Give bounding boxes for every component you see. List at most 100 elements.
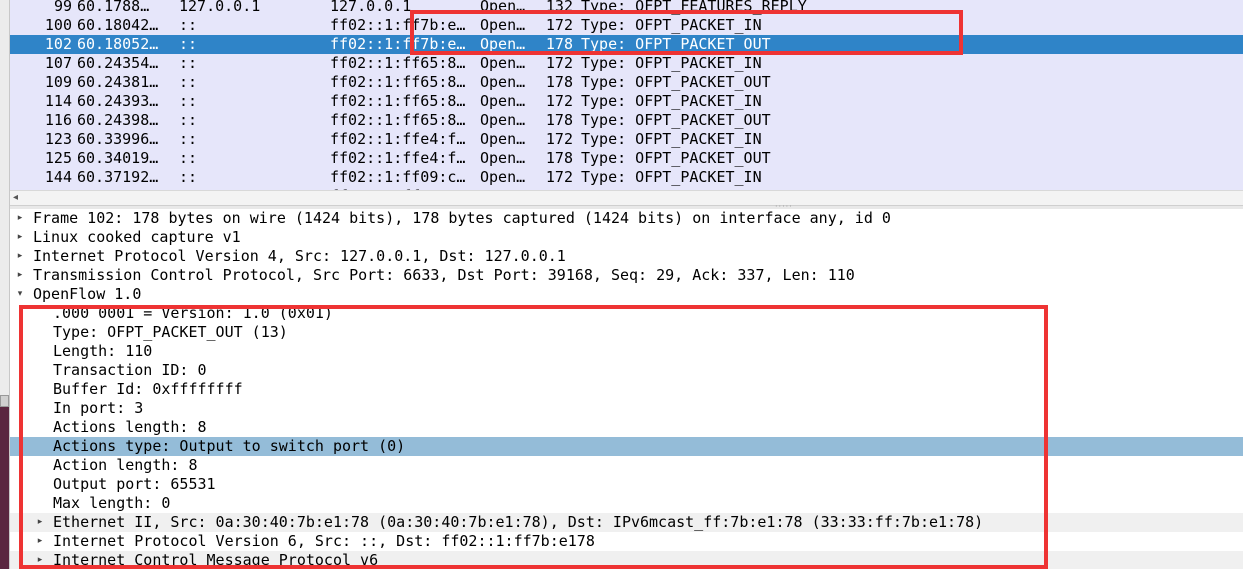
packet-protocol: Open…	[480, 149, 526, 167]
packet-length: 178	[545, 111, 573, 129]
packet-protocol: Open…	[480, 16, 526, 34]
packet-protocol: Open…	[480, 111, 526, 129]
detail-tree-item[interactable]: Action length: 8	[10, 456, 1243, 475]
detail-tree-label: .000 0001 = Version: 1.0 (0x01)	[53, 304, 333, 322]
packet-row-selected[interactable]: 102 60.18052…:: ff02::1:ff7b:e… Open… 178 Typ…	[10, 35, 1243, 54]
detail-tree-item[interactable]: ▸ Linux cooked capture v1	[10, 228, 1243, 247]
detail-tree-item[interactable]: Output port: 65531	[10, 475, 1243, 494]
packet-number: 109	[44, 73, 72, 91]
packet-source: 127.0.0.1	[179, 0, 261, 15]
packet-length: 178	[545, 149, 573, 167]
packet-destination: ff02::1:ff09:c…	[330, 168, 466, 186]
detail-tree-item[interactable]: ▸ Internet Protocol Version 4, Src: 127.0…	[10, 247, 1243, 266]
detail-tree-label: Ethernet II, Src: 0a:30:40:7b:e1:78 (0a:…	[53, 513, 984, 531]
packet-protocol: Open…	[480, 0, 526, 15]
expand-arrow-right-icon[interactable]: ▸	[14, 266, 26, 285]
detail-tree-item[interactable]: Length: 110	[10, 342, 1243, 361]
packet-list-horizontal-scrollbar[interactable]: ◂	[10, 190, 1243, 205]
packet-length: 178	[545, 35, 573, 53]
packet-time: 60.24393…	[77, 92, 159, 110]
detail-tree-label: Actions length: 8	[53, 418, 207, 436]
detail-tree-item[interactable]: ▸ Ethernet II, Src: 0a:30:40:7b:e1:78 (0a…	[10, 513, 1243, 532]
expand-arrow-right-icon[interactable]: ▸	[34, 551, 46, 569]
packet-number: 100	[44, 16, 72, 34]
detail-tree-item[interactable]: Buffer Id: 0xffffffff	[10, 380, 1243, 399]
detail-tree-label: Action length: 8	[53, 456, 198, 474]
packet-row[interactable]: 125 60.34019…:: ff02::1:ffe4:f… Open… 178 Typ…	[10, 149, 1243, 168]
packet-list-pane[interactable]: 99 60.1788… 127.0.0.1 127.0.0.1 Open… 132 Type…	[10, 0, 1243, 190]
packet-info: Type: OFPT_PACKET_IN	[581, 16, 762, 34]
detail-tree-item[interactable]: Actions type: Output to switch port (0)	[10, 437, 1243, 456]
detail-tree-label: Linux cooked capture v1	[33, 228, 241, 246]
packet-details-pane[interactable]: ▸ Frame 102: 178 bytes on wire (1424 bits…	[10, 209, 1243, 569]
detail-tree-item[interactable]: ▸ Internet Protocol Version 6, Src: ::, D…	[10, 532, 1243, 551]
packet-protocol: Open…	[480, 73, 526, 91]
packet-length: 178	[545, 73, 573, 91]
detail-tree-label: Output port: 65531	[53, 475, 216, 493]
detail-tree-label: Internet Protocol Version 6, Src: ::, Ds…	[53, 532, 595, 550]
packet-info: Type: OFPT_PACKET_IN	[581, 54, 762, 72]
expand-arrow-right-icon[interactable]: ▸	[34, 513, 46, 532]
packet-number: 114	[44, 92, 72, 110]
detail-tree-label: Internet Protocol Version 4, Src: 127.0.…	[33, 247, 566, 265]
packet-source: ::	[179, 73, 198, 91]
packet-info: Type: OFPT_PACKET_OUT	[581, 35, 771, 53]
detail-tree-item[interactable]: ▸ Internet Control Message Protocol v6	[10, 551, 1243, 569]
detail-tree-item[interactable]: ▸ Transmission Control Protocol, Src Port…	[10, 266, 1243, 285]
detail-tree-label: Transaction ID: 0	[53, 361, 207, 379]
packet-row[interactable]: 107 60.24354…:: ff02::1:ff65:8… Open… 172 Typ…	[10, 54, 1243, 73]
expand-arrow-down-icon[interactable]: ▾	[14, 285, 26, 304]
detail-tree-item[interactable]: ▸ Frame 102: 178 bytes on wire (1424 bits…	[10, 209, 1243, 228]
packet-number: 116	[44, 111, 72, 129]
expand-arrow-right-icon[interactable]: ▸	[14, 247, 26, 266]
expand-arrow-right-icon[interactable]: ▸	[34, 532, 46, 551]
expand-arrow-right-icon[interactable]: ▸	[14, 209, 26, 228]
packet-row[interactable]: 123 60.33996…:: ff02::1:ffe4:f… Open… 172 Typ…	[10, 130, 1243, 149]
packet-destination: ff02::1:ff7b:e…	[330, 16, 466, 34]
packet-time: 60.1788…	[77, 0, 150, 15]
detail-tree-item[interactable]: Actions length: 8	[10, 418, 1243, 437]
detail-tree-label: Buffer Id: 0xffffffff	[53, 380, 243, 398]
packet-number: 107	[44, 54, 72, 72]
packet-row[interactable]: 109 60.24381…:: ff02::1:ff65:8… Open… 178 Typ…	[10, 73, 1243, 92]
packet-source: ::	[179, 149, 198, 167]
packet-info: Type: OFPT_PACKET_IN	[581, 168, 762, 186]
packet-row[interactable]: 114 60.24393…:: ff02::1:ff65:8… Open… 172 Typ…	[10, 92, 1243, 111]
expand-arrow-right-icon[interactable]: ▸	[14, 228, 26, 247]
detail-tree-item[interactable]: Max length: 0	[10, 494, 1243, 513]
packet-length: 172	[545, 54, 573, 72]
detail-tree-label: Actions type: Output to switch port (0)	[53, 437, 406, 455]
packet-time: 60.33996…	[77, 130, 159, 148]
detail-tree-item[interactable]: In port: 3	[10, 399, 1243, 418]
desktop-background-strip	[0, 405, 9, 569]
packet-protocol: Open…	[480, 130, 526, 148]
detail-tree-label: Type: OFPT_PACKET_OUT (13)	[53, 323, 288, 341]
packet-source: ::	[179, 54, 198, 72]
packet-time: 60.34019…	[77, 149, 159, 167]
packet-row[interactable]: 100 60.18042…:: ff02::1:ff7b:e… Open… 172 Typ…	[10, 16, 1243, 35]
packet-time: 60.18042…	[77, 16, 159, 34]
detail-tree-label: Transmission Control Protocol, Src Port:…	[33, 266, 855, 284]
packet-destination: ff02::1:ffe4:f…	[330, 130, 466, 148]
detail-tree-item[interactable]: Transaction ID: 0	[10, 361, 1243, 380]
packet-source: ::	[179, 168, 198, 186]
detail-tree-item[interactable]: .000 0001 = Version: 1.0 (0x01)	[10, 304, 1243, 323]
packet-source: ::	[179, 16, 198, 34]
scroll-left-icon[interactable]: ◂	[13, 192, 18, 203]
detail-tree-item[interactable]: Type: OFPT_PACKET_OUT (13)	[10, 323, 1243, 342]
packet-length: 172	[545, 130, 573, 148]
detail-tree-item[interactable]: ▾ OpenFlow 1.0	[10, 285, 1243, 304]
packet-number: 102	[44, 35, 72, 53]
packet-protocol: Open…	[480, 54, 526, 72]
packet-time: 60.24354…	[77, 54, 159, 72]
packet-destination: ff02::1:ff65:8…	[330, 92, 466, 110]
packet-row[interactable]: 116 60.24398…:: ff02::1:ff65:8… Open… 178 Typ…	[10, 111, 1243, 130]
packet-source: ::	[179, 35, 198, 53]
packet-number: 99	[53, 0, 72, 15]
packet-row[interactable]: 144 60.37192…:: ff02::1:ff09:c… Open… 172 Typ…	[10, 168, 1243, 187]
detail-tree-label: Frame 102: 178 bytes on wire (1424 bits)…	[33, 209, 891, 227]
packet-destination: ff02::1:ff65:8…	[330, 111, 466, 129]
packet-row[interactable]: 99 60.1788… 127.0.0.1 127.0.0.1 Open… 132 Type…	[10, 0, 1243, 16]
packet-number: 125	[44, 149, 72, 167]
packet-info: Type: OFPT_PACKET_OUT	[581, 73, 771, 91]
